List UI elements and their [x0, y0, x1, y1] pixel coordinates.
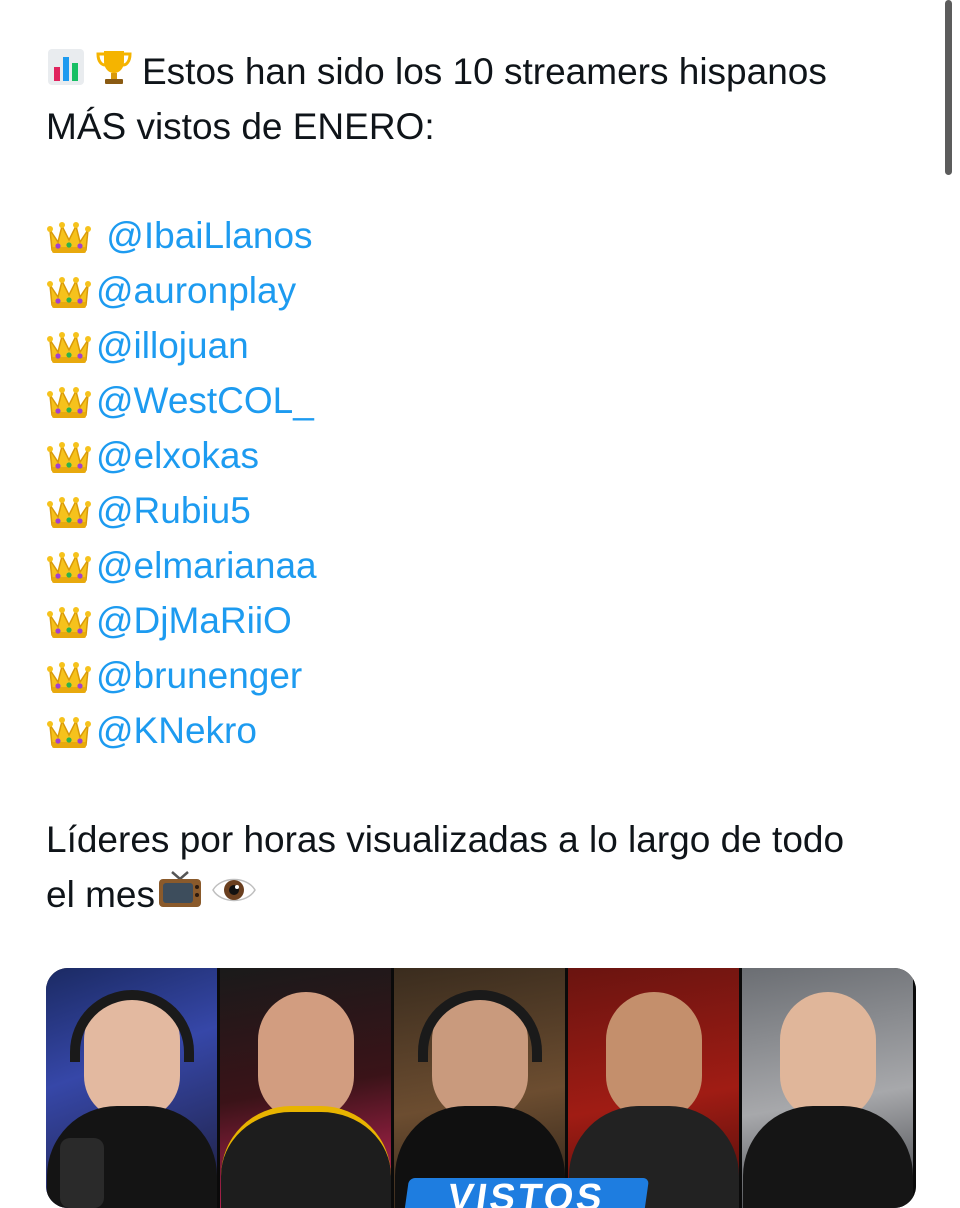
mention-link[interactable]: @elmarianaa	[96, 545, 317, 586]
intro-text-1: Estos han sido los 10 streamers hispanos	[142, 51, 827, 92]
mention-link[interactable]: @illojuan	[96, 325, 249, 366]
crown-icon	[46, 436, 92, 476]
mention-link[interactable]: @KNekro	[96, 710, 257, 751]
mention-row: @elmarianaa	[46, 538, 926, 593]
mention-row: @DjMaRiiO	[46, 593, 926, 648]
bar-chart-icon	[46, 47, 86, 102]
crown-icon	[46, 271, 92, 311]
streamer-photo	[742, 968, 916, 1208]
crown-icon	[46, 491, 92, 531]
streamer-photo	[220, 968, 394, 1208]
trophy-icon	[94, 47, 134, 102]
crown-icon	[46, 546, 92, 586]
eye-icon	[211, 870, 257, 925]
intro-line-1: Estos han sido los 10 streamers hispanos	[46, 44, 926, 99]
tweet-image[interactable]: VISTOS	[46, 968, 916, 1208]
mention-row: @IbaiLlanos	[46, 208, 926, 263]
mention-link[interactable]: @WestCOL_	[96, 380, 314, 421]
outro-text-2: el mes	[46, 874, 155, 915]
mention-row: @WestCOL_	[46, 373, 926, 428]
mention-row: @elxokas	[46, 428, 926, 483]
intro-line-2: MÁS vistos de ENERO:	[46, 106, 435, 147]
crown-icon	[46, 656, 92, 696]
crown-icon	[46, 216, 92, 256]
mention-row: @brunenger	[46, 648, 926, 703]
mention-link[interactable]: @auronplay	[96, 270, 296, 311]
mention-row: @KNekro	[46, 703, 926, 758]
television-icon	[157, 870, 203, 925]
streamer-photo	[46, 968, 220, 1208]
crown-icon	[46, 601, 92, 641]
mention-link[interactable]: @Rubiu5	[96, 490, 251, 531]
streamer-photo	[394, 968, 568, 1208]
crown-icon	[46, 381, 92, 421]
mention-link[interactable]: @DjMaRiiO	[96, 600, 292, 641]
outro-line-2: el mes	[46, 867, 926, 922]
mention-link[interactable]: @brunenger	[96, 655, 302, 696]
scrollbar[interactable]	[945, 0, 952, 175]
outro-line-1: Líderes por horas visualizadas a lo larg…	[46, 819, 845, 860]
tweet-text: Estos han sido los 10 streamers hispanos…	[46, 44, 926, 922]
mention-row: @auronplay	[46, 263, 926, 318]
mention-row: @illojuan	[46, 318, 926, 373]
mention-link[interactable]: @elxokas	[96, 435, 259, 476]
crown-icon	[46, 326, 92, 366]
vistos-banner: VISTOS	[402, 1177, 650, 1208]
mention-row: @Rubiu5	[46, 483, 926, 538]
crown-icon	[46, 711, 92, 751]
streamer-photo	[568, 968, 742, 1208]
mention-link[interactable]: @IbaiLlanos	[106, 215, 312, 256]
